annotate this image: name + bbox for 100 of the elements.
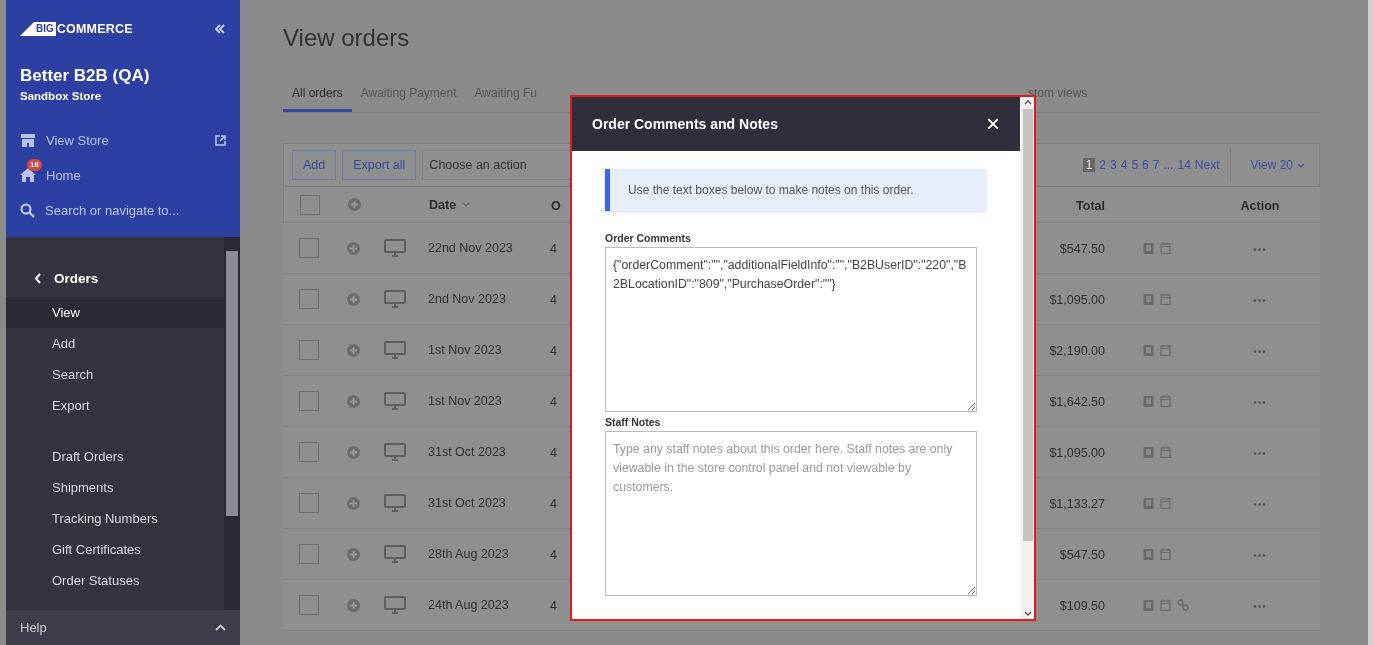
plus-circle-icon[interactable] [347, 547, 360, 561]
row-actions-button[interactable]: ••• [1253, 499, 1267, 510]
field-label: Order Comments [605, 232, 692, 244]
calendar-icon[interactable] [1160, 293, 1171, 305]
order-id-cell: 4 [550, 242, 557, 256]
calendar-icon[interactable] [1160, 344, 1171, 356]
clipboard-icon[interactable] [1143, 497, 1154, 509]
nav-item[interactable]: Export [6, 390, 224, 421]
page-link[interactable]: 14 [1177, 158, 1191, 172]
nav-item[interactable]: Draft Orders [6, 441, 224, 472]
monitor-icon [383, 392, 406, 410]
page-link[interactable]: 1 [1082, 158, 1096, 172]
page-link[interactable]: 2 [1099, 158, 1106, 172]
tab[interactable]: All orders [283, 76, 352, 112]
total-cell: $547.50 [1059, 548, 1105, 562]
page-link[interactable]: 6 [1142, 158, 1149, 172]
row-checkbox[interactable] [299, 442, 319, 462]
chevron-down-icon[interactable] [462, 202, 471, 207]
plus-circle-icon[interactable] [347, 496, 360, 510]
page-link[interactable]: 7 [1152, 158, 1160, 172]
orders-back-button[interactable]: Orders [6, 237, 224, 297]
nav-item[interactable]: Search [6, 359, 224, 390]
clipboard-icon[interactable] [1143, 344, 1154, 356]
clipboard-icon[interactable] [1143, 395, 1154, 407]
nav-item[interactable]: View [6, 297, 224, 328]
nav-item[interactable]: Add [6, 328, 224, 359]
home-icon [20, 168, 36, 182]
calendar-icon[interactable] [1160, 242, 1171, 254]
row-checkbox[interactable] [299, 238, 319, 258]
row-checkbox[interactable] [299, 340, 319, 360]
calendar-icon[interactable] [1160, 548, 1171, 560]
plus-circle-icon[interactable] [347, 241, 360, 255]
row-checkbox[interactable] [299, 595, 319, 615]
nav-item[interactable]: Shipments [6, 472, 224, 503]
scrollbar[interactable] [1021, 97, 1034, 619]
link-icon[interactable] [1177, 599, 1189, 611]
plus-circle-icon[interactable] [347, 445, 360, 459]
collapse-icon[interactable] [214, 24, 226, 34]
total-cell: $1,133.27 [1049, 497, 1105, 511]
calendar-icon[interactable] [1160, 599, 1171, 611]
calendar-icon[interactable] [1160, 395, 1171, 407]
row-actions-button[interactable]: ••• [1253, 448, 1267, 459]
external-link-icon[interactable] [215, 134, 226, 146]
help-menu[interactable]: Help [6, 610, 240, 645]
nav-item[interactable]: Order Statuses [6, 565, 224, 596]
scroll-down-icon[interactable] [1023, 611, 1032, 616]
calendar-icon[interactable] [1160, 446, 1171, 458]
row-checkbox[interactable] [299, 289, 319, 309]
scroll-up-icon[interactable] [1023, 100, 1032, 105]
clipboard-icon[interactable] [1143, 599, 1154, 611]
clipboard-icon[interactable] [1143, 242, 1154, 254]
search-field[interactable]: Search or navigate to... [45, 202, 180, 218]
plus-circle-icon[interactable] [347, 343, 360, 357]
plus-circle-icon[interactable] [347, 598, 360, 612]
row-actions-button[interactable]: ••• [1253, 295, 1267, 306]
row-checkbox[interactable] [299, 493, 319, 513]
row-actions-button[interactable]: ••• [1253, 601, 1267, 612]
order-comments-field[interactable]: {"orderComment":"","additionalFieldInfo":"","B2BUserID":"220","B2BLocationID":"809","PurchaseOrder":""} [605, 247, 977, 412]
page-link[interactable]: 4 [1120, 158, 1128, 172]
modal-title: Order Comments and Notes [592, 116, 778, 132]
select-all-checkbox[interactable] [300, 194, 320, 215]
plus-circle-icon[interactable] [347, 394, 360, 408]
clipboard-icon[interactable] [1143, 548, 1154, 560]
column-header: Total [1076, 198, 1105, 213]
staff-notes-field[interactable]: Type any staff notes about this order here. Staff notes are only viewable in the store control panel and not viewable by customers. [605, 431, 977, 596]
view-count-dropdown[interactable]: View 20 [1250, 158, 1293, 172]
order-id-cell: 4 [550, 548, 557, 562]
calendar-icon[interactable] [1160, 497, 1171, 509]
order-id-cell: 4 [550, 293, 557, 307]
row-actions-button[interactable]: ••• [1253, 244, 1267, 255]
date-cell: 31st Oct 2023 [428, 445, 506, 459]
row-actions-button[interactable]: ••• [1253, 346, 1267, 357]
page-link[interactable]: 5 [1131, 158, 1139, 172]
clipboard-icon[interactable] [1143, 293, 1154, 305]
toolbar-button[interactable]: Export all [342, 150, 417, 180]
total-cell: $1,095.00 [1049, 293, 1105, 307]
next-page-link[interactable]: Next [1194, 158, 1220, 172]
page-link[interactable]: 3 [1110, 158, 1117, 172]
scrollbar[interactable] [224, 237, 240, 610]
nav-item[interactable]: Gift Certificates [6, 534, 224, 565]
nav-item[interactable]: Tracking Numbers [6, 503, 224, 534]
date-cell: 24th Aug 2023 [428, 598, 509, 612]
toolbar-button[interactable]: Add [292, 150, 337, 180]
plus-circle-icon[interactable] [347, 292, 360, 306]
column-header[interactable]: Date [429, 197, 457, 212]
page-title: View orders [283, 24, 411, 53]
home-link[interactable]: Home [46, 167, 81, 183]
row-actions-button[interactable]: ••• [1253, 397, 1267, 408]
view-store-link[interactable]: View Store [46, 132, 109, 148]
plus-circle-icon[interactable] [348, 198, 361, 211]
total-cell: $1,095.00 [1049, 446, 1105, 460]
row-actions-button[interactable]: ••• [1253, 550, 1267, 561]
close-button[interactable]: × [986, 112, 1000, 136]
info-text: Use the text boxes below to make notes on this order. [628, 183, 914, 197]
order-id-cell: 4 [550, 395, 557, 409]
row-checkbox[interactable] [299, 544, 319, 564]
clipboard-icon[interactable] [1143, 446, 1154, 458]
chevron-down-icon[interactable] [1297, 162, 1305, 168]
row-checkbox[interactable] [299, 391, 319, 411]
logo-mark: BIG [34, 22, 56, 36]
